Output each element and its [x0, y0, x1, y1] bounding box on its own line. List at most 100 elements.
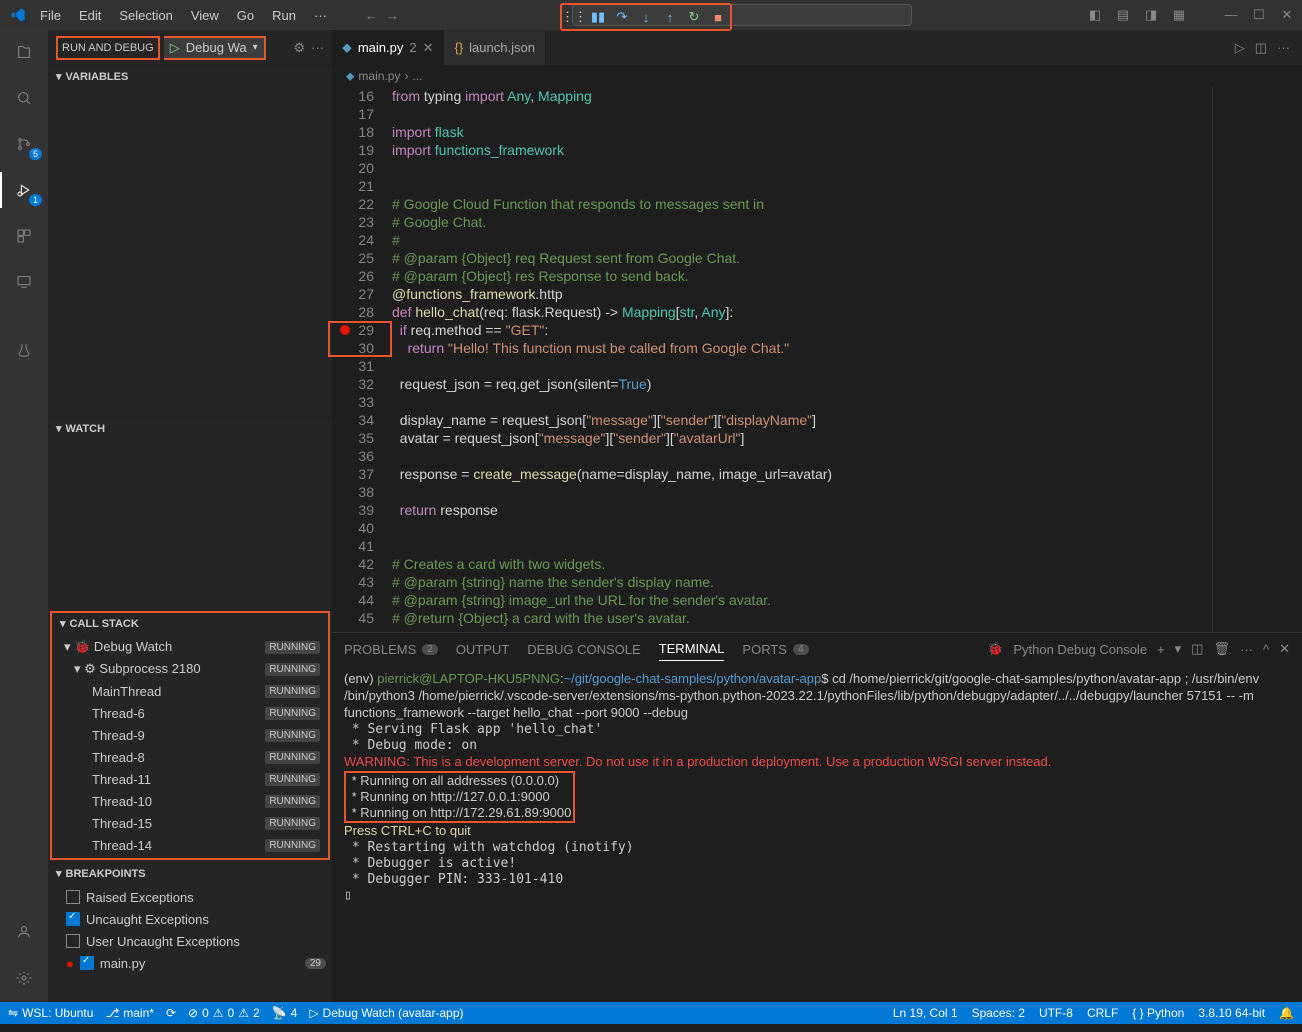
settings-icon[interactable] [10, 964, 38, 992]
panel-tab-output[interactable]: OUTPUT [456, 638, 509, 661]
problems-status[interactable]: ⊘0 ⚠0 ⚠2 [188, 1006, 260, 1020]
panel-tab-debug console[interactable]: DEBUG CONSOLE [527, 638, 640, 661]
chevron-down-icon[interactable]: ▾ [1175, 641, 1182, 657]
title-bar: File Edit Selection View Go Run ··· ← → … [0, 0, 1302, 30]
breakpoint-file[interactable]: ●main.py29 [48, 952, 332, 974]
toggle-panel-icon[interactable]: ▤ [1112, 7, 1134, 23]
run-debug-icon[interactable]: 1 [10, 176, 38, 204]
toggle-secondary-sidebar-icon[interactable]: ◨ [1140, 7, 1162, 23]
callstack-section-header[interactable]: ▾CALL STACK [52, 613, 328, 634]
cursor-position[interactable]: Ln 19, Col 1 [893, 1006, 958, 1020]
pause-icon[interactable]: ▮▮ [588, 7, 608, 27]
sync-icon[interactable]: ⟳ [166, 1006, 176, 1020]
run-icon[interactable]: ▷ [1235, 40, 1245, 56]
breakpoint-option[interactable]: User Uncaught Exceptions [48, 930, 332, 952]
git-branch[interactable]: ⎇ main* [105, 1006, 154, 1020]
source-control-icon[interactable]: 5 [10, 130, 38, 158]
restart-icon[interactable]: ↻ [684, 7, 704, 27]
customize-layout-icon[interactable]: ▦ [1168, 7, 1190, 23]
checkbox[interactable] [66, 934, 80, 948]
encoding[interactable]: UTF-8 [1039, 1006, 1073, 1020]
panel-tab-problems[interactable]: PROBLEMS2 [344, 638, 438, 661]
close-panel-icon[interactable]: ✕ [1279, 641, 1290, 657]
close-icon[interactable]: ✕ [1276, 7, 1298, 23]
grip-icon[interactable]: ⋮⋮ [564, 7, 584, 27]
callstack-subprocess[interactable]: ▾ ⚙ Subprocess 2180RUNNING [52, 658, 328, 680]
language-mode[interactable]: { } Python [1132, 1006, 1184, 1020]
indentation[interactable]: Spaces: 2 [972, 1006, 1025, 1020]
callstack-thread[interactable]: Thread-15RUNNING [52, 812, 328, 834]
python-interpreter[interactable]: 3.8.10 64-bit [1198, 1006, 1265, 1020]
debug-settings-icon[interactable]: ⚙ [293, 40, 305, 56]
explorer-icon[interactable] [10, 38, 38, 66]
search-icon[interactable] [10, 84, 38, 112]
stop-icon[interactable]: ■ [708, 7, 728, 27]
callstack-thread[interactable]: MainThreadRUNNING [52, 680, 328, 702]
panel-tab-ports[interactable]: PORTS4 [742, 638, 808, 661]
toggle-primary-sidebar-icon[interactable]: ◧ [1084, 7, 1106, 23]
terminal-select[interactable]: Python Debug Console [1013, 642, 1147, 657]
new-terminal-icon[interactable]: + [1157, 642, 1165, 657]
callstack-thread[interactable]: Thread-14RUNNING [52, 834, 328, 856]
menu-run[interactable]: Run [264, 4, 304, 27]
more-icon[interactable]: ··· [311, 40, 324, 55]
callstack-thread[interactable]: Thread-9RUNNING [52, 724, 328, 746]
menu-file[interactable]: File [32, 4, 69, 27]
callstack-thread[interactable]: Thread-10RUNNING [52, 790, 328, 812]
step-over-icon[interactable]: ↷ [612, 7, 632, 27]
extensions-icon[interactable] [10, 222, 38, 250]
testing-icon[interactable] [10, 336, 38, 364]
tab-main-py[interactable]: ⬥ main.py 2 ✕ [332, 30, 444, 65]
chevron-down-icon: ▾ [56, 70, 62, 83]
menu-more[interactable]: ··· [306, 4, 335, 27]
maximize-panel-icon[interactable]: ^ [1263, 642, 1269, 657]
json-file-icon: {} [454, 40, 463, 55]
debug-config-picker[interactable]: ▷ Debug Wa ▾ [164, 36, 266, 60]
breakpoints-section-header[interactable]: ▾BREAKPOINTS [48, 863, 332, 884]
more-icon[interactable]: ··· [1240, 642, 1253, 657]
more-icon[interactable]: ··· [1277, 40, 1290, 55]
maximize-icon[interactable]: ☐ [1248, 7, 1270, 23]
code-editor[interactable]: 1617181920212223242526272829303132333435… [332, 87, 1302, 632]
notifications-icon[interactable]: 🔔 [1279, 1006, 1294, 1020]
split-editor-icon[interactable]: ◫ [1255, 40, 1267, 56]
accounts-icon[interactable] [10, 918, 38, 946]
split-terminal-icon[interactable]: ◫ [1191, 641, 1203, 657]
kill-terminal-icon[interactable]: 🗑 [1213, 641, 1230, 657]
close-icon[interactable]: ✕ [423, 40, 434, 56]
checkbox[interactable] [80, 956, 94, 970]
activity-bar: 5 1 [0, 30, 48, 1002]
breakpoint-option[interactable]: Raised Exceptions [48, 886, 332, 908]
panel-tab-terminal[interactable]: TERMINAL [659, 637, 725, 661]
callstack-thread[interactable]: Thread-11RUNNING [52, 768, 328, 790]
nav-back-icon[interactable]: ← [365, 8, 378, 23]
menu-edit[interactable]: Edit [71, 4, 109, 27]
remote-explorer-icon[interactable] [10, 268, 38, 296]
checkbox[interactable] [66, 890, 80, 904]
breakpoint-dot[interactable] [340, 325, 350, 335]
nav-fwd-icon[interactable]: → [386, 8, 399, 23]
breadcrumb[interactable]: ⬥ main.py › ... [332, 65, 1302, 87]
menu-go[interactable]: Go [229, 4, 262, 27]
menu-bar: File Edit Selection View Go Run ··· [32, 4, 335, 27]
step-out-icon[interactable]: ↑ [660, 7, 680, 27]
start-debug-icon[interactable]: ▷ [170, 40, 180, 56]
step-into-icon[interactable]: ↓ [636, 7, 656, 27]
menu-selection[interactable]: Selection [111, 4, 180, 27]
menu-view[interactable]: View [183, 4, 227, 27]
variables-section-header[interactable]: ▾VARIABLES [48, 66, 332, 87]
debug-status[interactable]: ▷ Debug Watch (avatar-app) [309, 1006, 463, 1020]
minimap[interactable] [1212, 87, 1302, 632]
breakpoint-option[interactable]: Uncaught Exceptions [48, 908, 332, 930]
checkbox[interactable] [66, 912, 80, 926]
ports-status[interactable]: 📡 4 [272, 1006, 298, 1020]
eol[interactable]: CRLF [1087, 1006, 1118, 1020]
terminal[interactable]: (env) pierrick@LAPTOP-HKU5PNNG:~/git/goo… [332, 665, 1302, 1002]
callstack-thread[interactable]: Thread-6RUNNING [52, 702, 328, 724]
remote-indicator[interactable]: ⇋ WSL: Ubuntu [8, 1006, 93, 1020]
callstack-thread[interactable]: Thread-8RUNNING [52, 746, 328, 768]
callstack-session[interactable]: ▾ 🐞 Debug WatchRUNNING [52, 636, 328, 658]
minimize-icon[interactable]: — [1220, 7, 1242, 23]
tab-launch-json[interactable]: {} launch.json [444, 30, 545, 65]
watch-section-header[interactable]: ▾WATCH [48, 418, 332, 439]
